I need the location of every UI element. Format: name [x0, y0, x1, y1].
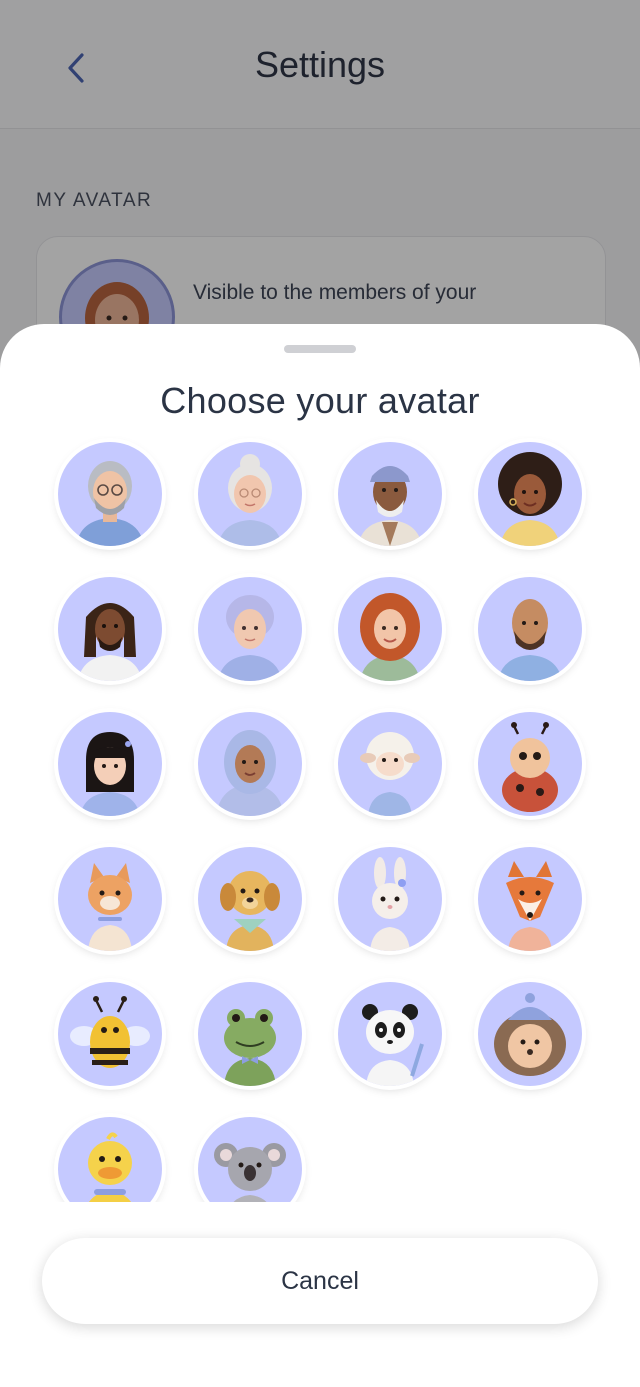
older-woman-lilac-hair-avatar-icon [218, 595, 282, 681]
bee-avatar-icon [70, 996, 150, 1068]
hedgehog-avatar-icon [494, 993, 566, 1076]
older-man-glasses-avatar-icon [76, 461, 144, 546]
avatar-option-bee[interactable] [58, 982, 162, 1086]
man-dreadlocks-avatar-icon [78, 603, 142, 681]
avatar-option-cat[interactable] [58, 847, 162, 951]
frog-avatar-icon [224, 1009, 276, 1086]
duck-avatar-icon [88, 1132, 132, 1202]
avatar-option-older-man-cap[interactable] [338, 442, 442, 546]
koala-avatar-icon [214, 1143, 286, 1202]
avatar-option-woman-afro[interactable] [478, 442, 582, 546]
avatar-option-older-woman-lilac[interactable] [198, 577, 302, 681]
woman-afro-avatar-icon [498, 452, 562, 546]
older-man-cap-avatar-icon [358, 466, 422, 546]
avatar-option-ladybug[interactable] [478, 712, 582, 816]
avatar-option-bunny[interactable] [338, 847, 442, 951]
cat-avatar-icon [88, 863, 132, 951]
panda-avatar-icon [362, 1004, 424, 1086]
avatar-option-frog[interactable] [198, 982, 302, 1086]
avatar-option-girl-black-hair[interactable] [58, 712, 162, 816]
avatar-option-woman-red-curly[interactable] [338, 577, 442, 681]
dog-avatar-icon [220, 871, 280, 951]
avatar-option-older-man-glasses[interactable] [58, 442, 162, 546]
avatar-grid[interactable] [0, 436, 640, 1202]
bunny-avatar-icon [370, 857, 410, 951]
girl-black-hair-avatar-icon [80, 732, 140, 816]
sheet-grabber[interactable] [284, 345, 356, 353]
sheep-avatar-icon [360, 732, 420, 816]
cancel-button[interactable]: Cancel [42, 1238, 598, 1324]
avatar-option-older-woman-bun[interactable] [198, 442, 302, 546]
bald-man-beard-avatar-icon [498, 599, 562, 681]
avatar-option-sheep[interactable] [338, 712, 442, 816]
avatar-option-bald-man-beard[interactable] [478, 577, 582, 681]
avatar-option-woman-hijab[interactable] [198, 712, 302, 816]
woman-hijab-avatar-icon [216, 730, 284, 816]
older-woman-bun-avatar-icon [218, 454, 282, 546]
avatar-option-koala[interactable] [198, 1117, 302, 1202]
avatar-option-hedgehog[interactable] [478, 982, 582, 1086]
woman-red-curly-hair-avatar-icon [360, 593, 420, 681]
avatar-option-duck[interactable] [58, 1117, 162, 1202]
avatar-option-panda[interactable] [338, 982, 442, 1086]
avatar-option-fox[interactable] [478, 847, 582, 951]
sheet-title: Choose your avatar [160, 380, 480, 421]
fox-avatar-icon [506, 861, 554, 951]
avatar-option-dog[interactable] [198, 847, 302, 951]
avatar-option-man-dreadlocks[interactable] [58, 577, 162, 681]
avatar-picker-sheet: Choose your avatar Cancel [0, 324, 640, 1387]
ladybug-avatar-icon [502, 722, 558, 812]
